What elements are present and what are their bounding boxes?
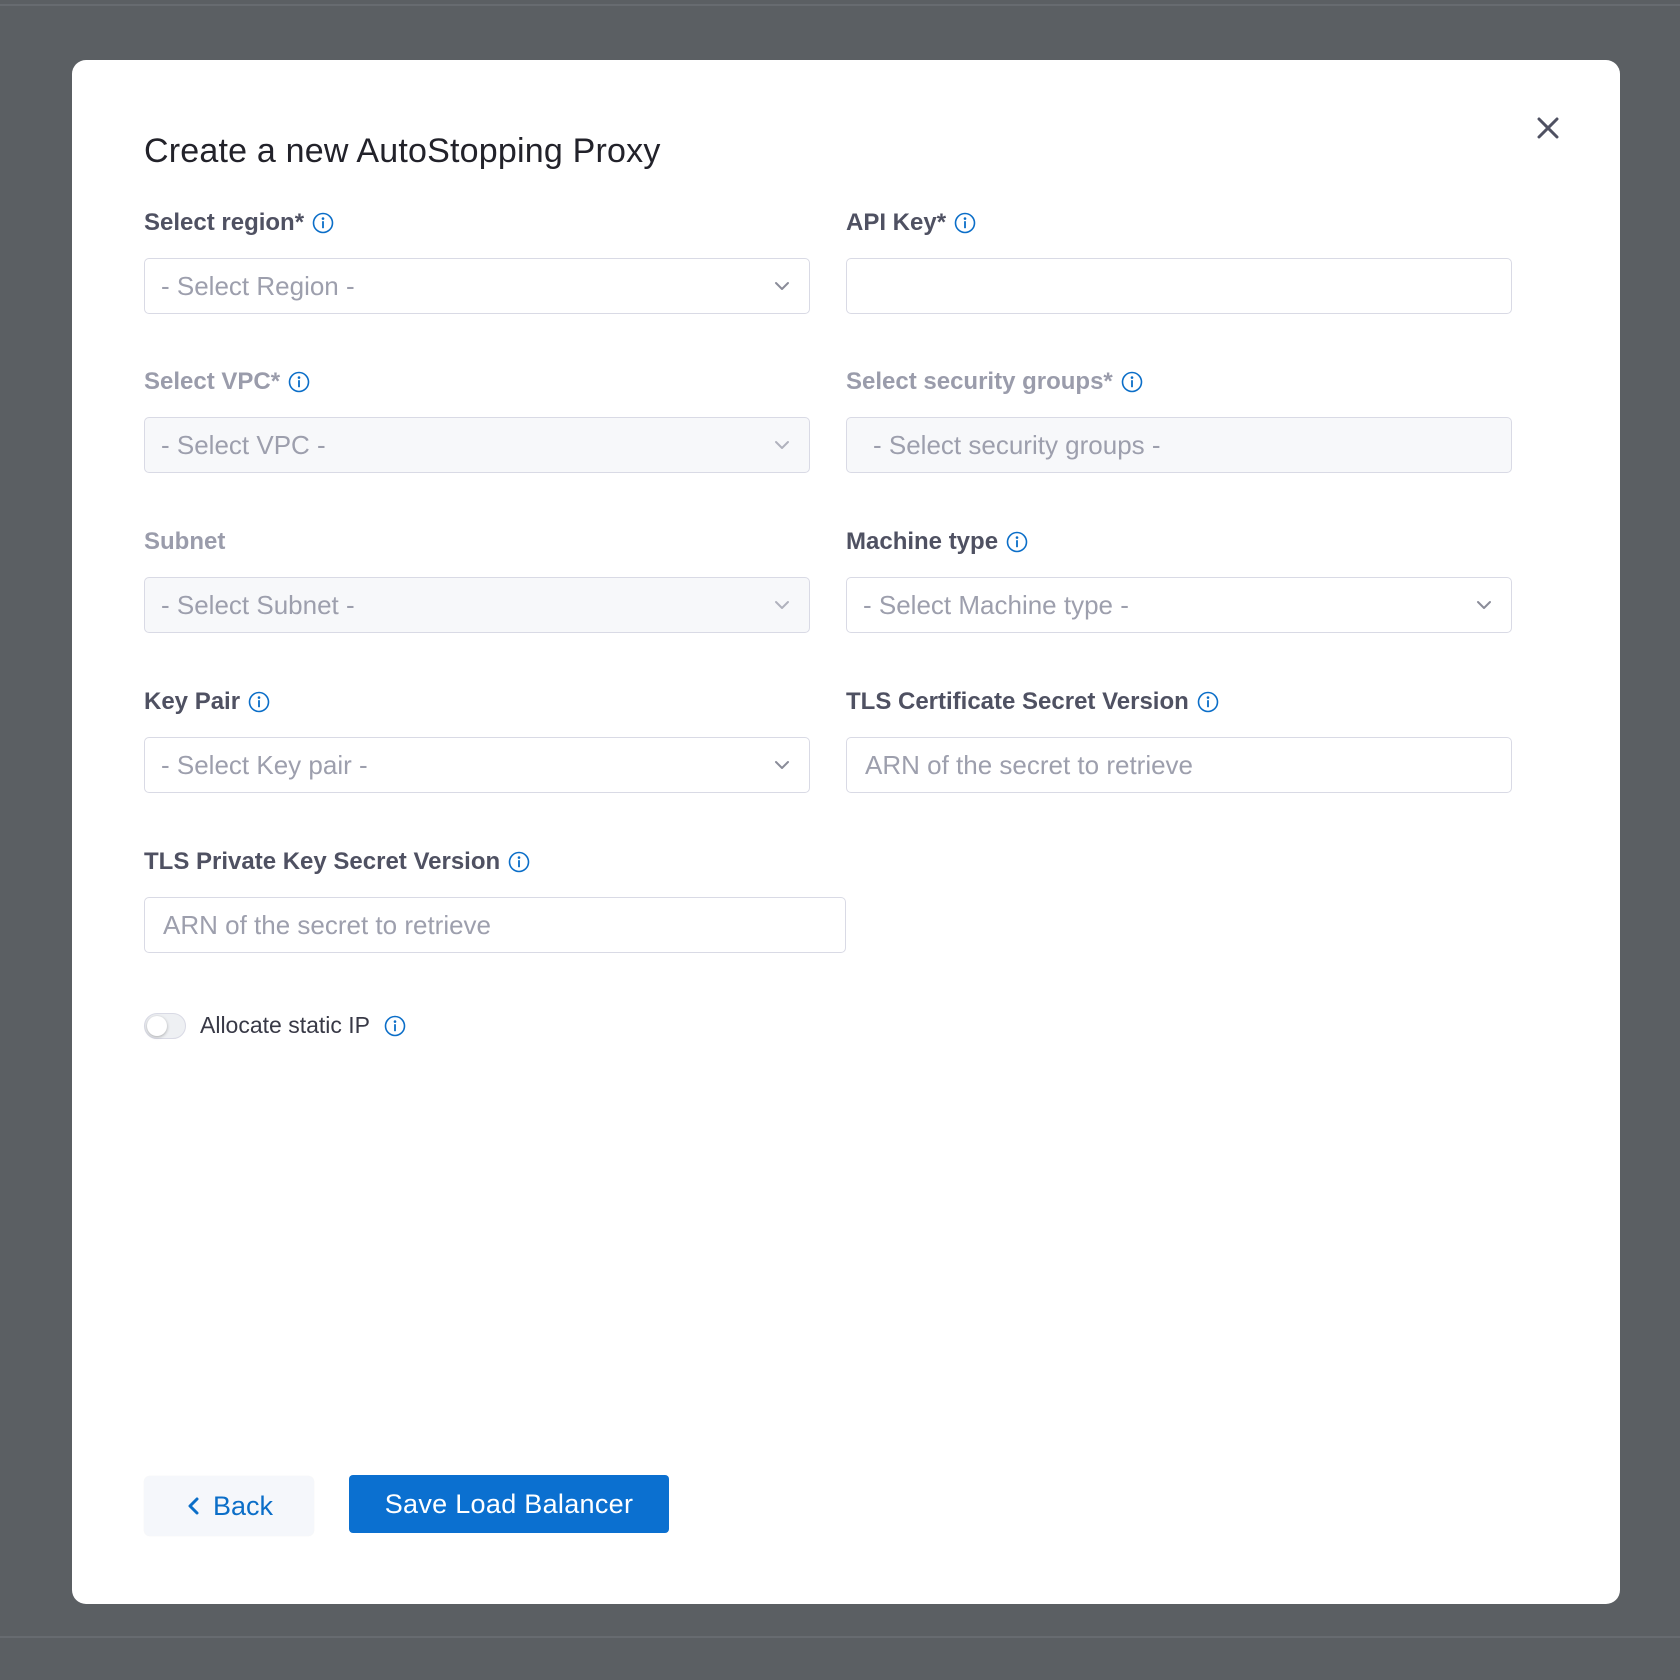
info-icon[interactable] [954,212,976,234]
chevron-down-icon [771,275,793,297]
create-proxy-dialog: Create a new AutoStopping Proxy Select r… [72,60,1620,1604]
close-icon [1537,117,1559,139]
vpc-label: Select VPC* [144,368,281,395]
security-groups-label: Select security groups* [846,368,1113,395]
security-groups-placeholder: - Select security groups - [873,429,1161,460]
static-ip-label: Allocate static IP [200,1012,371,1038]
info-icon[interactable] [1006,531,1028,553]
tls-cert-label: TLS Certificate Secret Version [846,688,1189,715]
region-label: Select region* [144,209,305,236]
info-icon[interactable] [1197,691,1219,713]
machine-type-placeholder: - Select Machine type - [863,589,1129,620]
key-pair-field: Key Pair - Select Key pair - [144,687,810,793]
chevron-down-icon [771,434,793,456]
tls-private-key-field: TLS Private Key Secret Version ARN of th… [144,847,846,953]
background-divider [0,4,1680,6]
machine-type-select[interactable]: - Select Machine type - [846,577,1512,633]
tls-cert-input[interactable]: ARN of the secret to retrieve [846,737,1512,793]
info-icon[interactable] [1121,371,1143,393]
tls-private-key-placeholder: ARN of the secret to retrieve [163,909,492,940]
subnet-select[interactable]: - Select Subnet - [144,577,810,633]
tls-private-key-label: TLS Private Key Secret Version [144,848,501,875]
info-icon[interactable] [248,691,270,713]
back-label: Back [212,1490,274,1521]
info-icon[interactable] [312,212,334,234]
region-field: Select region* - Select Region - [144,208,810,314]
key-pair-placeholder: - Select Key pair - [161,749,368,780]
static-ip-row: Allocate static IP [144,1012,406,1039]
api-key-input[interactable] [846,258,1512,314]
close-button[interactable] [1528,108,1568,148]
tls-private-key-input[interactable]: ARN of the secret to retrieve [144,897,846,953]
static-ip-toggle[interactable] [144,1012,186,1039]
region-placeholder: - Select Region - [161,270,355,301]
machine-type-label: Machine type [846,528,999,555]
chevron-down-icon [771,594,793,616]
vpc-select[interactable]: - Select VPC - [144,417,810,473]
machine-type-field: Machine type - Select Machine type - [846,527,1512,633]
chevron-down-icon [771,754,793,776]
key-pair-label: Key Pair [144,688,241,715]
tls-cert-placeholder: ARN of the secret to retrieve [865,749,1194,780]
security-groups-select[interactable]: - Select security groups - [846,417,1512,473]
chevron-down-icon [1473,594,1495,616]
info-icon[interactable] [288,371,310,393]
save-load-balancer-button[interactable]: Save Load Balancer [349,1475,669,1533]
subnet-label: Subnet [144,528,226,555]
save-label: Save Load Balancer [384,1488,634,1519]
dialog-title: Create a new AutoStopping Proxy [144,132,661,170]
subnet-field: Subnet - Select Subnet - [144,527,810,633]
security-groups-field: Select security groups* - Select securit… [846,367,1512,473]
toggle-knob [147,1015,167,1036]
subnet-placeholder: - Select Subnet - [161,589,355,620]
api-key-label: API Key* [846,209,947,236]
tls-cert-field: TLS Certificate Secret Version ARN of th… [846,687,1512,793]
vpc-field: Select VPC* - Select VPC - [144,367,810,473]
info-icon[interactable] [508,851,530,873]
api-key-field: API Key* [846,208,1512,314]
region-select[interactable]: - Select Region - [144,258,810,314]
chevron-left-icon [188,1497,199,1515]
back-button[interactable]: Back [144,1476,314,1536]
vpc-placeholder: - Select VPC - [161,429,326,460]
background-divider [0,1636,1680,1638]
key-pair-select[interactable]: - Select Key pair - [144,737,810,793]
info-icon[interactable] [384,1015,406,1037]
